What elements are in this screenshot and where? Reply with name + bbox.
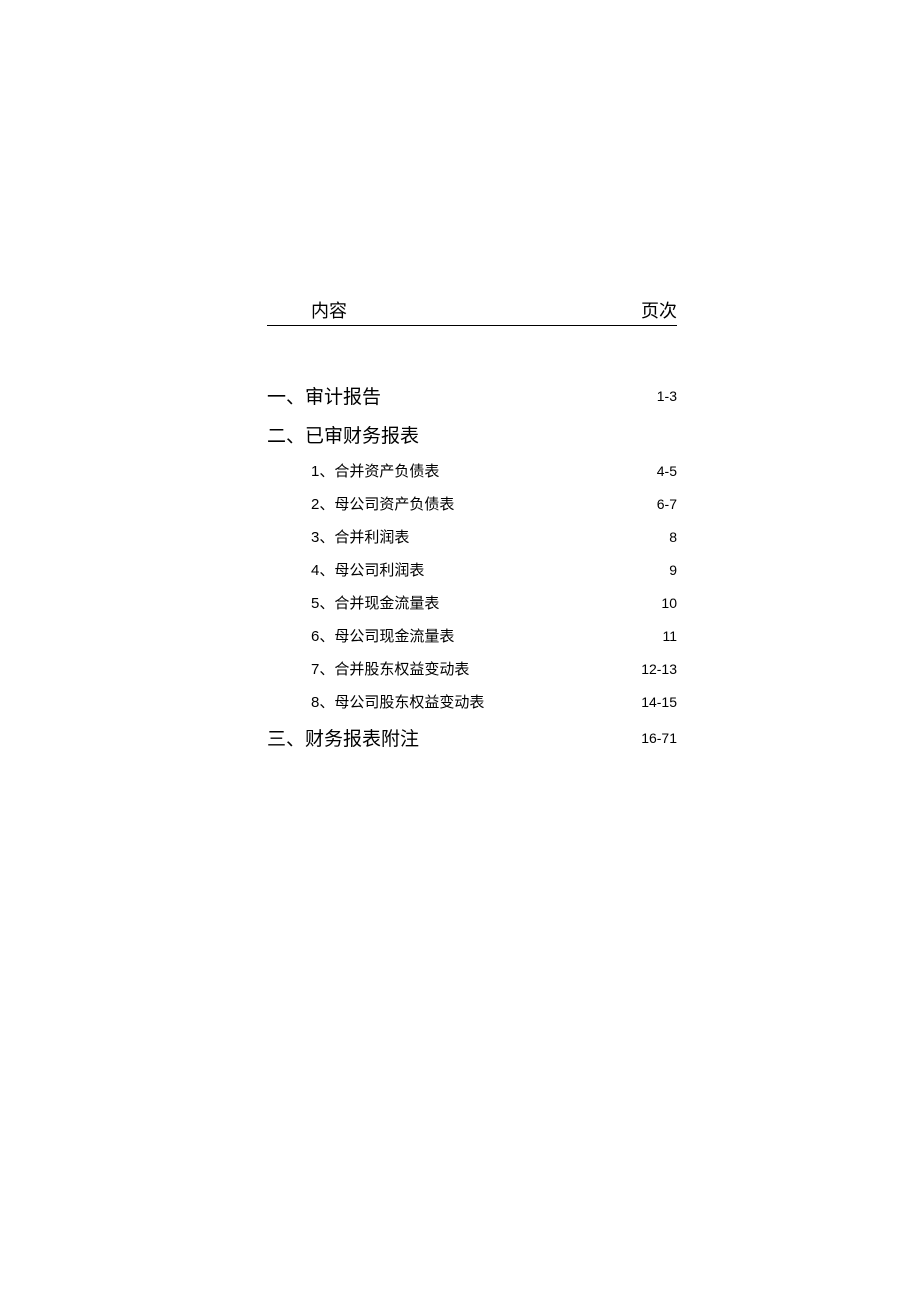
toc-sub-item-2: 2、母公司资产负债表 6-7 <box>267 493 677 514</box>
toc-sub-item-8: 8、母公司股东权益变动表 14-15 <box>267 691 677 712</box>
sub-item-2-pages: 6-7 <box>657 496 677 512</box>
sub-item-8-label: 8、母公司股东权益变动表 <box>311 691 484 712</box>
toc-sub-item-4: 4、母公司利润表 9 <box>267 559 677 580</box>
section-2-title: 二、已审财务报表 <box>267 421 419 448</box>
toc-sub-item-3: 3、合并利润表 8 <box>267 526 677 547</box>
section-3-title: 三、财务报表附注 <box>267 724 419 751</box>
sub-item-7-label: 7、合并股东权益变动表 <box>311 658 469 679</box>
toc-sub-item-6: 6、母公司现金流量表 11 <box>267 625 677 646</box>
sub-item-3-pages: 8 <box>669 529 677 545</box>
header-page-label: 页次 <box>641 297 677 323</box>
sub-item-1-label: 1、合并资产负债表 <box>311 460 439 481</box>
sub-item-4-label: 4、母公司利润表 <box>311 559 424 580</box>
sub-item-2-label: 2、母公司资产负债表 <box>311 493 454 514</box>
sub-item-8-pages: 14-15 <box>641 694 677 710</box>
toc-section-1: 一、审计报告 1-3 <box>267 382 677 409</box>
sub-item-7-pages: 12-13 <box>641 661 677 677</box>
sub-item-6-label: 6、母公司现金流量表 <box>311 625 454 646</box>
toc-sub-item-1: 1、合并资产负债表 4-5 <box>267 460 677 481</box>
header-content-label: 内容 <box>267 297 347 323</box>
toc-header-row: 内容 页次 <box>267 297 677 326</box>
toc-container: 内容 页次 一、审计报告 1-3 二、已审财务报表 1、合并资产负债表 4-5 … <box>267 297 677 761</box>
toc-section-3: 三、财务报表附注 16-71 <box>267 724 677 751</box>
section-1-title: 一、审计报告 <box>267 382 381 409</box>
section-1-pages: 1-3 <box>657 388 677 404</box>
sub-item-6-pages: 11 <box>662 628 677 644</box>
sub-item-4-pages: 9 <box>669 562 677 578</box>
sub-item-3-label: 3、合并利润表 <box>311 526 409 547</box>
toc-sub-item-5: 5、合并现金流量表 10 <box>267 592 677 613</box>
section-3-pages: 16-71 <box>641 730 677 746</box>
toc-section-2: 二、已审财务报表 <box>267 421 677 448</box>
sub-item-5-pages: 10 <box>661 595 677 611</box>
toc-sub-item-7: 7、合并股东权益变动表 12-13 <box>267 658 677 679</box>
sub-item-1-pages: 4-5 <box>657 463 677 479</box>
sub-item-5-label: 5、合并现金流量表 <box>311 592 439 613</box>
